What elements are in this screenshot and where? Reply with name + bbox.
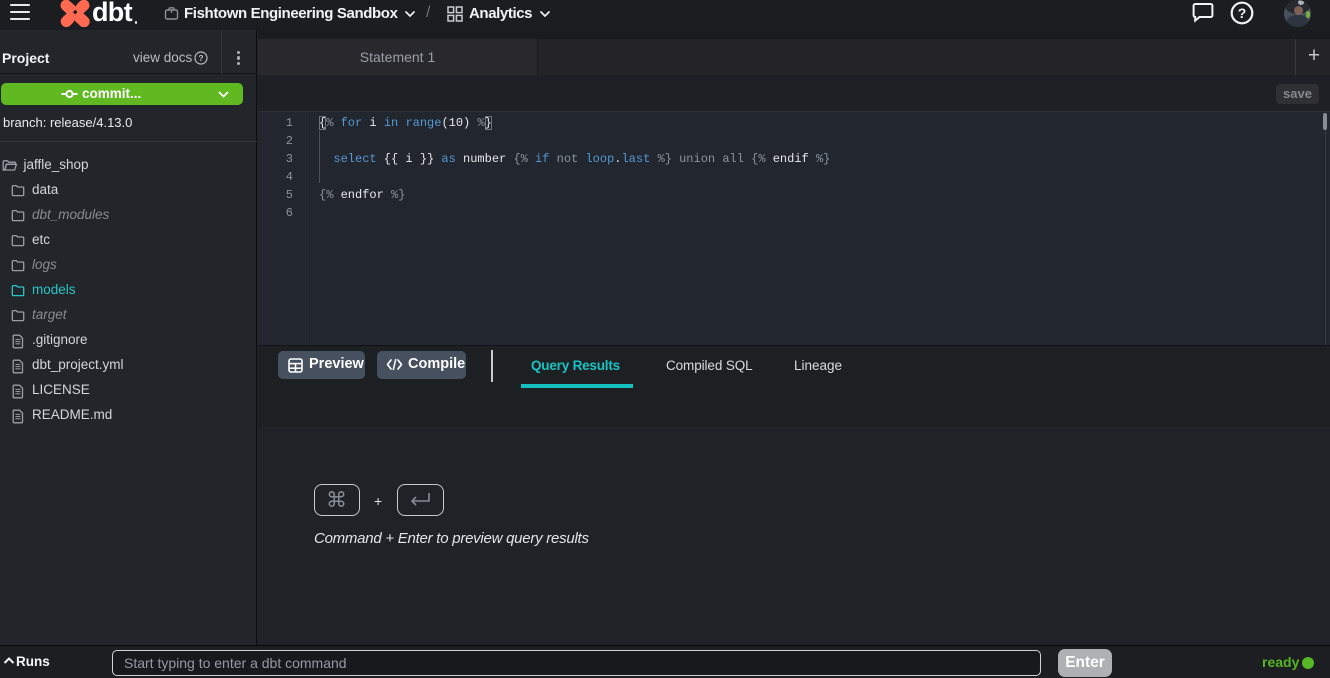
svg-text:?: ? xyxy=(1238,5,1247,21)
svg-text:?: ? xyxy=(198,53,203,63)
